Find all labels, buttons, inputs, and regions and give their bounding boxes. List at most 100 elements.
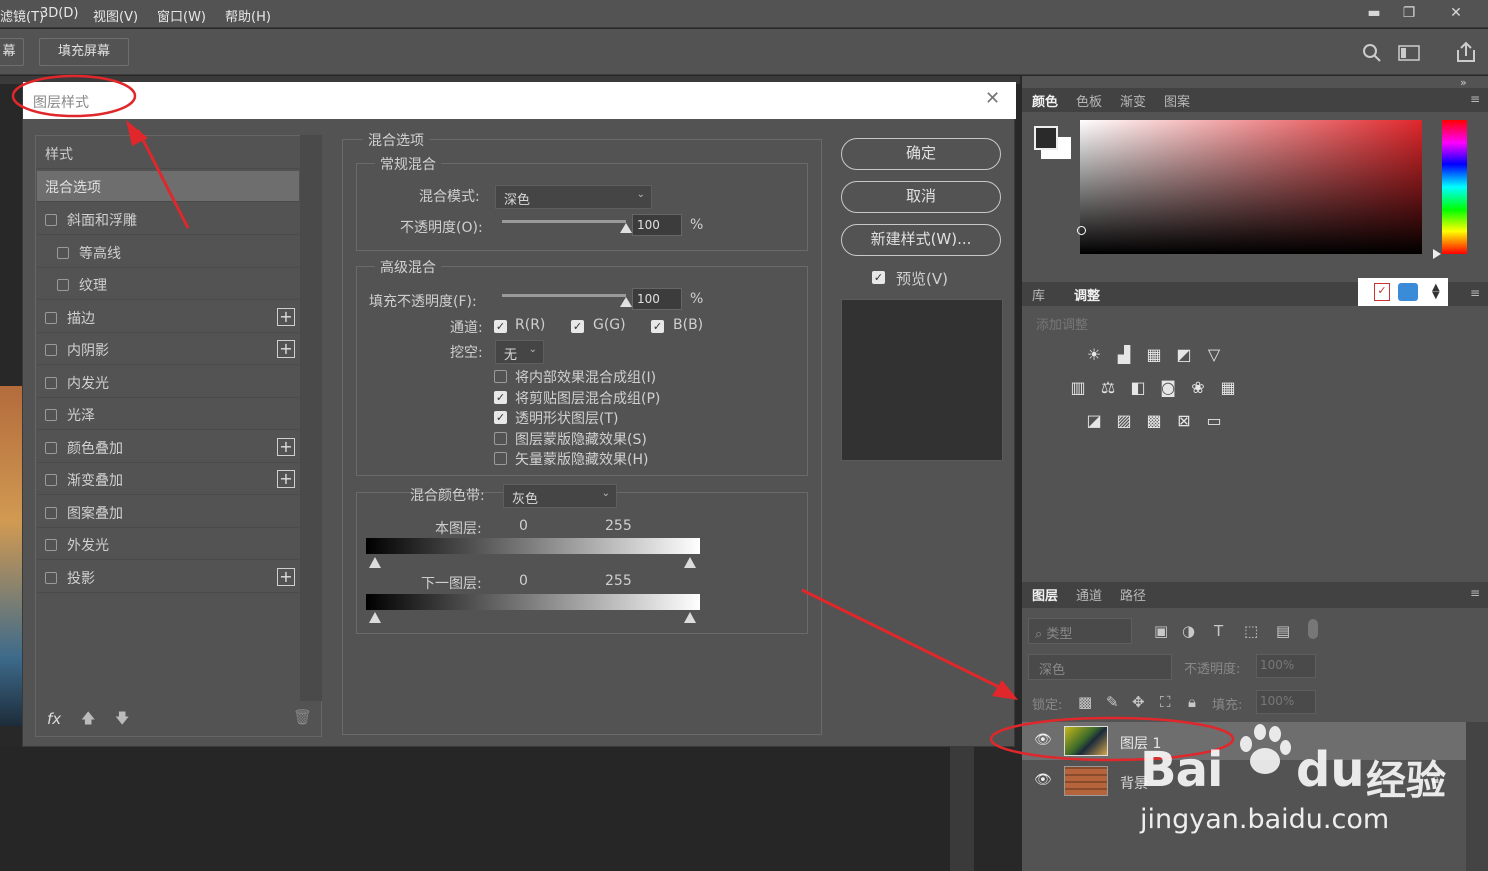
add-effect-icon[interactable]: +	[277, 340, 295, 358]
filter-shape-icon[interactable]: ⬚	[1244, 622, 1258, 640]
below-layer-white-slider[interactable]	[684, 612, 696, 623]
style-item[interactable]: 描边 +	[37, 302, 299, 333]
vibrance-icon[interactable]: ▽	[1204, 346, 1224, 364]
lock-transparent-icon[interactable]: ▩	[1078, 693, 1092, 711]
opacity-input[interactable]: 100%	[1256, 654, 1316, 678]
tab-layers[interactable]: 图层	[1032, 585, 1058, 604]
menu-help[interactable]: 帮助(H)	[225, 6, 271, 25]
blend-options-item[interactable]: 混合选项	[37, 171, 299, 202]
style-item[interactable]: 投影 +	[37, 562, 299, 593]
style-item[interactable]: 斜面和浮雕	[37, 204, 299, 235]
fill-opacity-slider[interactable]	[502, 294, 626, 297]
style-item-checkbox[interactable]	[45, 376, 57, 389]
knockout-select[interactable]: 无 ⌄	[495, 340, 544, 364]
filter-pixel-icon[interactable]: ▣	[1154, 622, 1168, 640]
hue-slider[interactable]	[1442, 120, 1467, 254]
channel-mixer-icon[interactable]: ❀	[1188, 379, 1208, 397]
tab-adjustments[interactable]: 调整	[1074, 285, 1100, 304]
move-down-icon[interactable]: 🡇	[115, 708, 129, 732]
tab-patterns[interactable]: 图案	[1164, 91, 1190, 110]
restore-button[interactable]: ❐	[1393, 3, 1425, 23]
cancel-button[interactable]: 取消	[841, 181, 1001, 213]
below-layer-black-slider[interactable]	[369, 612, 381, 623]
style-item-checkbox[interactable]	[45, 506, 57, 519]
blend-mode-select[interactable]: 深色 ⌄	[495, 185, 652, 209]
this-layer-black-slider[interactable]	[369, 557, 381, 568]
fill-opacity-input[interactable]: 100	[632, 288, 682, 310]
this-layer-white-slider[interactable]	[684, 557, 696, 568]
workspace-icon[interactable]	[1398, 45, 1420, 61]
gradient-map-icon[interactable]: ▭	[1204, 412, 1224, 430]
style-item[interactable]: 外发光	[37, 529, 299, 560]
below-layer-gradient[interactable]	[366, 594, 700, 610]
plugin-icon[interactable]: ✓	[1374, 283, 1390, 301]
panel-menu-icon[interactable]: ≡	[1470, 586, 1480, 600]
menu-filter[interactable]: 滤镜(T)	[0, 6, 44, 25]
tray-arrow-icon[interactable]: ▲ ▼	[1432, 283, 1440, 301]
close-icon[interactable]: ✕	[985, 88, 1000, 109]
style-item-checkbox[interactable]	[45, 539, 57, 551]
styles-scrollbar[interactable]	[300, 135, 322, 701]
add-effect-icon[interactable]: +	[277, 307, 295, 326]
advanced-option-checkbox[interactable]	[494, 370, 507, 383]
fill-opacity-slider-thumb[interactable]	[620, 297, 632, 307]
posterize-icon[interactable]: ▨	[1114, 412, 1134, 430]
lock-move-icon[interactable]: ✥	[1132, 693, 1145, 711]
filter-adjustment-icon[interactable]: ◑	[1182, 622, 1195, 640]
ok-button[interactable]: 确定	[841, 138, 1001, 170]
advanced-option-checkbox[interactable]	[494, 452, 507, 465]
fx-icon[interactable]: fx	[47, 710, 61, 728]
trash-icon[interactable]: 🗑︎	[293, 708, 312, 726]
add-effect-icon[interactable]: +	[277, 437, 295, 456]
menu-window[interactable]: 窗口(W)	[157, 6, 206, 25]
opacity-input[interactable]: 100	[632, 214, 682, 236]
move-up-icon[interactable]: 🡅	[81, 708, 95, 732]
tab-gradients[interactable]: 渐变	[1120, 91, 1146, 110]
this-layer-gradient[interactable]	[366, 538, 700, 554]
invert-icon[interactable]: ◪	[1084, 412, 1104, 430]
preview-checkbox[interactable]: ✓	[872, 271, 885, 284]
share-icon[interactable]	[1455, 41, 1477, 63]
opacity-slider-thumb[interactable]	[620, 223, 632, 233]
photo-filter-icon[interactable]: ◙	[1158, 379, 1178, 397]
fit-screen-button[interactable]: 幕	[0, 38, 24, 66]
tab-paths[interactable]: 路径	[1120, 585, 1146, 604]
panel-menu-icon[interactable]: ≡	[1470, 286, 1480, 300]
color-picker-field[interactable]	[1080, 120, 1422, 254]
foreground-color-swatch[interactable]	[1034, 126, 1058, 150]
color-picker-cursor[interactable]	[1077, 226, 1086, 235]
visibility-eye-icon[interactable]: 👁︎	[1034, 772, 1052, 788]
style-item-checkbox[interactable]	[45, 409, 57, 421]
panel-menu-icon[interactable]: ≡	[1470, 92, 1480, 106]
style-item[interactable]: 内发光	[37, 367, 299, 398]
advanced-option-checkbox[interactable]: ✓	[494, 390, 507, 404]
blend-if-select[interactable]: 灰色 ⌄	[503, 484, 617, 508]
black-white-icon[interactable]: ◧	[1128, 379, 1148, 397]
advanced-option-checkbox[interactable]: ✓	[494, 411, 507, 424]
search-icon[interactable]	[1362, 43, 1382, 63]
fill-input[interactable]: 100%	[1256, 690, 1316, 714]
brightness-icon[interactable]: ☀	[1084, 346, 1104, 364]
blend-mode-select[interactable]: 深色	[1028, 654, 1172, 680]
style-item[interactable]: 光泽	[37, 399, 299, 430]
tab-swatches[interactable]: 色板	[1076, 91, 1102, 110]
lock-artboard-icon[interactable]: ⛶	[1160, 693, 1171, 711]
style-item[interactable]: 内阴影 +	[37, 334, 299, 365]
style-item[interactable]: 渐变叠加 +	[37, 464, 299, 495]
channel-r-checkbox[interactable]: ✓	[494, 320, 507, 333]
threshold-icon[interactable]: ▩	[1144, 412, 1164, 430]
ifly-icon[interactable]	[1398, 283, 1418, 301]
style-item-checkbox[interactable]	[45, 571, 57, 584]
curves-icon[interactable]: ▦	[1144, 346, 1164, 364]
fill-screen-button[interactable]: 填充屏幕	[39, 38, 129, 66]
style-item[interactable]: 颜色叠加 +	[37, 432, 299, 463]
style-item-checkbox[interactable]	[45, 214, 57, 226]
style-item-checkbox[interactable]	[45, 474, 57, 486]
opacity-slider[interactable]	[502, 220, 626, 223]
color-balance-icon[interactable]: ⚖	[1098, 379, 1118, 397]
selective-color-icon[interactable]: ⊠	[1174, 412, 1194, 430]
filter-type-icon[interactable]: T	[1214, 622, 1223, 640]
visibility-eye-icon[interactable]: 👁︎	[1034, 732, 1052, 748]
channel-b-checkbox[interactable]: ✓	[651, 320, 664, 333]
menu-view[interactable]: 视图(V)	[93, 6, 138, 25]
